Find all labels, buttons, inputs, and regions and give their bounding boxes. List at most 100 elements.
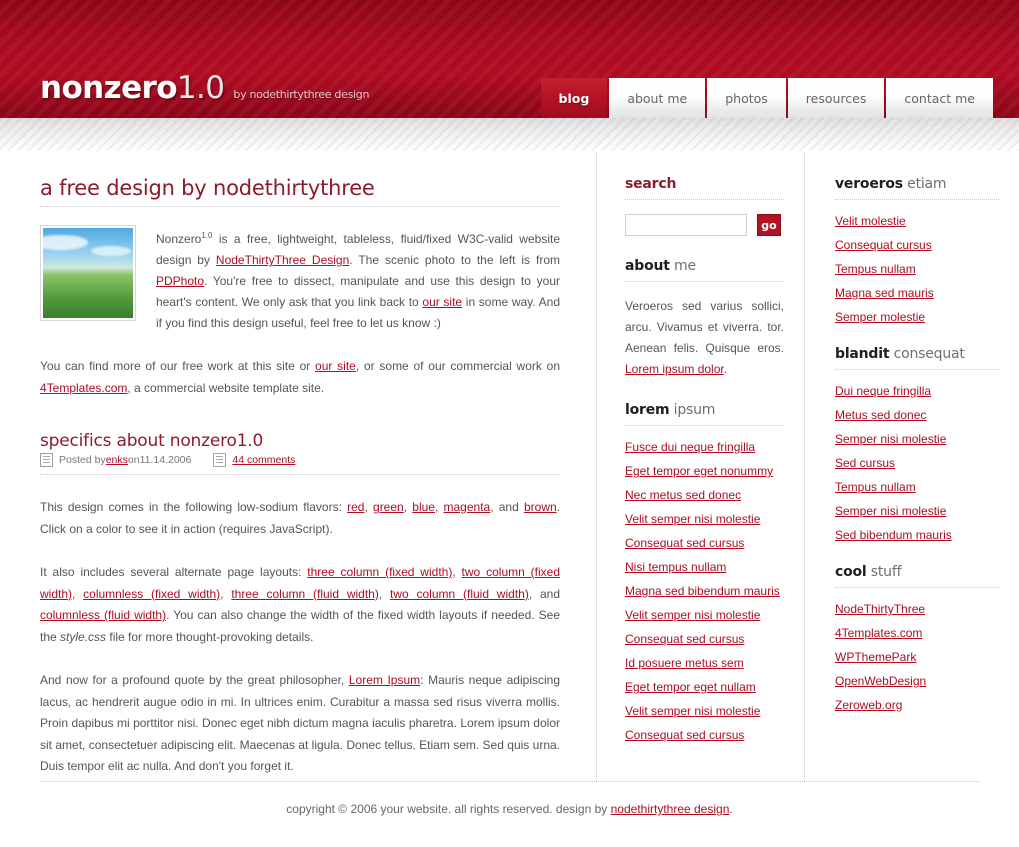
- list-item: Consequat cursus: [835, 238, 999, 252]
- link-our-site-1[interactable]: our site: [422, 295, 462, 309]
- list-item: Eget tempor eget nonummy: [625, 464, 784, 478]
- blandit-link-6[interactable]: Sed bibendum mauris: [835, 528, 952, 542]
- link-flavor-brown[interactable]: brown: [524, 500, 557, 514]
- lorem-link-7[interactable]: Velit semper nisi molestie: [625, 608, 760, 622]
- lorem-link-10[interactable]: Eget tempor eget nullam: [625, 680, 756, 694]
- blandit-link-1[interactable]: Metus sed donec: [835, 408, 926, 422]
- lorem-link-11[interactable]: Velit semper nisi molestie: [625, 704, 760, 718]
- lorem-link-8[interactable]: Consequat sed cursus: [625, 632, 744, 646]
- link-flavor-red[interactable]: red: [347, 500, 364, 514]
- list-item: Fusce dui neque fringilla: [625, 440, 784, 454]
- blandit-link-3[interactable]: Sed cursus: [835, 456, 895, 470]
- layouts-tail-b: file for more thought-provoking details.: [106, 629, 314, 644]
- lorem-link-3[interactable]: Velit semper nisi molestie: [625, 512, 760, 526]
- blandit-link-0[interactable]: Dui neque fringilla: [835, 384, 931, 398]
- right-sidebar: veroeros etiam Velit molestie Consequat …: [804, 152, 1019, 781]
- link-layout-three-column-fixed[interactable]: three column (fixed width): [307, 565, 452, 579]
- logo-main-text: nonzero: [40, 70, 177, 106]
- link-nodethirtythree-design[interactable]: NodeThirtyThree Design: [216, 253, 349, 267]
- nav-item-photos[interactable]: photos: [707, 78, 786, 118]
- link-flavor-blue[interactable]: blue: [412, 500, 435, 514]
- link-author-enks[interactable]: enks: [106, 454, 128, 466]
- intro-text-part1: Nonzero: [156, 232, 202, 246]
- cool-link-4templates[interactable]: 4Templates.com: [835, 626, 922, 640]
- list-item: Velit semper nisi molestie: [625, 512, 784, 526]
- lorem-link-2[interactable]: Nec metus sed donec: [625, 488, 741, 502]
- intro-paragraph: Nonzero1.0 is a free, lightweight, table…: [156, 225, 560, 334]
- search-heading-divider: [625, 199, 784, 200]
- list-item: Velit semper nisi molestie: [625, 704, 784, 718]
- link-our-site-2[interactable]: our site: [315, 359, 356, 373]
- link-lorem-ipsum-dolor[interactable]: Lorem ipsum dolor: [625, 362, 724, 376]
- post-date: 11.14.2006: [139, 454, 192, 466]
- cool-link-wpthemepark[interactable]: WPThemePark: [835, 650, 916, 664]
- veroeros-link-2[interactable]: Tempus nullam: [835, 262, 916, 276]
- nav-item-contact-me[interactable]: contact me: [886, 78, 993, 118]
- link-comments-count[interactable]: 44 comments: [232, 454, 295, 466]
- lorem-link-6[interactable]: Magna sed bibendum mauris: [625, 584, 780, 598]
- nav-item-resources[interactable]: resources: [787, 78, 885, 118]
- list-item: Magna sed mauris: [835, 286, 999, 300]
- intro-block: Nonzero1.0 is a free, lightweight, table…: [40, 225, 560, 334]
- list-item: Nec metus sed donec: [625, 488, 784, 502]
- cool-link-zeroweb[interactable]: Zeroweb.org: [835, 698, 902, 712]
- link-flavor-green[interactable]: green: [373, 500, 404, 514]
- cool-stuff-heading: cool stuff: [835, 564, 999, 580]
- free-work-part1: You can find more of our free work at th…: [40, 359, 316, 373]
- layouts-lead: It also includes several alternate page …: [40, 565, 308, 579]
- link-layout-three-column-fluid[interactable]: three column (fluid width): [231, 587, 379, 601]
- list-item: Consequat sed cursus: [625, 728, 784, 742]
- nav-item-blog[interactable]: blog: [540, 78, 608, 118]
- about-me-divider: [625, 281, 784, 282]
- lorem-link-9[interactable]: Id posuere metus sem: [625, 656, 744, 670]
- flavors-lead: This design comes in the following low-s…: [40, 500, 348, 514]
- list-item: Id posuere metus sem: [625, 656, 784, 670]
- lorem-link-12[interactable]: Consequat sed cursus: [625, 728, 744, 742]
- lorem-link-4[interactable]: Consequat sed cursus: [625, 536, 744, 550]
- list-item: Nisi tempus nullam: [625, 560, 784, 574]
- link-footer-nodethirtythree[interactable]: nodethirtythree design: [611, 802, 730, 816]
- veroeros-link-3[interactable]: Magna sed mauris: [835, 286, 934, 300]
- lorem-link-0[interactable]: Fusce dui neque fringilla: [625, 440, 755, 454]
- about-me-text-part2: .: [723, 362, 728, 376]
- veroeros-link-4[interactable]: Semper molestie: [835, 310, 925, 324]
- posted-on-label: on: [127, 454, 140, 466]
- list-item: 4Templates.com: [835, 626, 999, 640]
- quote-body: : Mauris neque adipiscing lacus, ac hend…: [40, 673, 561, 773]
- link-layout-columnless-fixed[interactable]: columnless (fixed width): [83, 587, 220, 601]
- search-go-button[interactable]: go: [757, 214, 781, 236]
- landscape-image: [43, 228, 133, 318]
- link-layout-two-column-fluid[interactable]: two column (fluid width): [390, 587, 529, 601]
- nav-item-about-me[interactable]: about me: [609, 78, 706, 118]
- cool-link-nodethirtythree[interactable]: NodeThirtyThree: [835, 602, 925, 616]
- list-item: OpenWebDesign: [835, 674, 999, 688]
- blandit-link-2[interactable]: Semper nisi molestie: [835, 432, 946, 446]
- link-4templates[interactable]: 4Templates.com: [40, 381, 127, 395]
- list-item: Sed cursus: [835, 456, 999, 470]
- lorem-link-1[interactable]: Eget tempor eget nonummy: [625, 464, 773, 478]
- lorem-link-5[interactable]: Nisi tempus nullam: [625, 560, 726, 574]
- lorem-ipsum-block: lorem ipsum Fusce dui neque fringilla Eg…: [625, 402, 784, 742]
- search-block: search go: [625, 176, 784, 236]
- quote-lead: And now for a profound quote by the grea…: [40, 673, 349, 687]
- link-layout-columnless-fluid[interactable]: columnless (fluid width): [40, 608, 166, 622]
- link-lorem-ipsum[interactable]: Lorem Ipsum: [349, 673, 420, 687]
- cool-link-openwebdesign[interactable]: OpenWebDesign: [835, 674, 926, 688]
- list-item: NodeThirtyThree: [835, 602, 999, 616]
- document-icon: [40, 453, 53, 467]
- site-logo[interactable]: nonzero1.0 by nodethirtythree design: [40, 73, 369, 104]
- lorem-heading-bold: lorem: [625, 402, 670, 418]
- veroeros-link-1[interactable]: Consequat cursus: [835, 238, 932, 252]
- veroeros-heading-rest: etiam: [902, 176, 947, 192]
- header-stripe-band: [0, 118, 1019, 152]
- cool-divider: [835, 587, 999, 588]
- page-title: a free design by nodethirtythree: [40, 176, 375, 200]
- link-pdphoto[interactable]: PDPhoto: [156, 274, 204, 288]
- link-flavor-magenta[interactable]: magenta: [444, 500, 491, 514]
- veroeros-link-0[interactable]: Velit molestie: [835, 214, 906, 228]
- blandit-link-4[interactable]: Tempus nullam: [835, 480, 916, 494]
- blandit-link-5[interactable]: Semper nisi molestie: [835, 504, 946, 518]
- search-input[interactable]: [625, 214, 747, 236]
- post-author-meta: Posted by enks on 11.14.2006: [40, 453, 191, 467]
- cool-heading-bold: cool: [835, 564, 867, 580]
